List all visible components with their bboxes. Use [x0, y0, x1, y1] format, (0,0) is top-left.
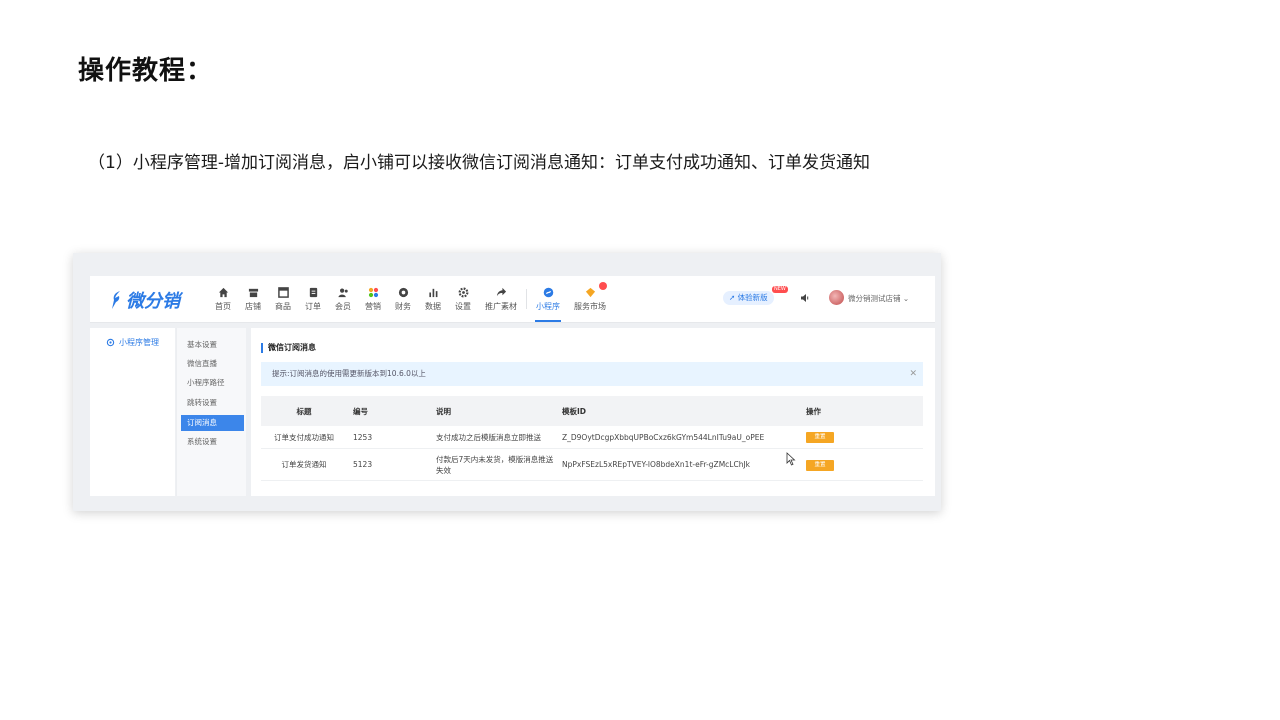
mouse-cursor-icon: [786, 452, 796, 466]
brand-logo[interactable]: 微分销: [110, 287, 180, 313]
data-icon: [428, 288, 437, 297]
shop-name: 微分销测试店铺: [848, 294, 901, 303]
cell-code: 1253: [347, 426, 430, 449]
avatar[interactable]: [829, 290, 844, 305]
nav-miniprogram[interactable]: 小程序: [529, 276, 567, 322]
alert-text: 提示:订阅消息的使用需更新版本到10.6.0以上: [272, 369, 426, 378]
cell-action: 重置: [800, 448, 923, 481]
logo-text: 微分销: [126, 291, 180, 312]
nav-order[interactable]: 订单: [298, 276, 328, 322]
rocket-icon: ➚: [729, 293, 738, 302]
step-instruction: （1）小程序管理-增加订阅消息，启小铺可以接收微信订阅消息通知：订单支付成功通知…: [88, 153, 870, 173]
cell-title: 订单支付成功通知: [261, 426, 347, 449]
submenu-subscription-message[interactable]: 订阅消息: [181, 415, 244, 431]
nav-marketing[interactable]: 营销: [358, 276, 388, 322]
share-icon: [496, 287, 506, 296]
nav-label: 首页: [215, 301, 231, 311]
sidebar-item-miniprogram-management[interactable]: 小程序管理: [90, 334, 175, 350]
settings-icon: [458, 287, 468, 297]
shop-switcher[interactable]: 微分销测试店铺 ⌄: [848, 293, 909, 304]
subscription-table: 标题 编号 说明 模板ID 操作 订单支付成功通知 1253 支付成功之后模版消…: [261, 396, 923, 481]
nav-label: 设置: [455, 301, 471, 311]
nav-goods[interactable]: 商品: [268, 276, 298, 322]
sidebar-item-label: 小程序管理: [119, 337, 159, 347]
nav-label: 服务市场: [574, 301, 606, 311]
table-row: 订单发货通知 5123 付款后7天内未发货，模版消息推送失效 NpPxFSEzL…: [261, 448, 923, 481]
store-icon: [248, 288, 258, 297]
cell-template-id: NpPxFSEzL5xREpTVEY-lO8bdeXn1t-eFr-gZMcLC…: [556, 448, 800, 481]
submenu-miniprogram-path[interactable]: 小程序路径: [181, 375, 244, 391]
nav-label: 营销: [365, 301, 381, 311]
submenu-jump-settings[interactable]: 跳转设置: [181, 395, 244, 411]
chevron-down-icon: ⌄: [902, 294, 910, 303]
submenu-basic-settings[interactable]: 基本设置: [181, 337, 244, 353]
cell-title: 订单发货通知: [261, 448, 347, 481]
nav-home[interactable]: 首页: [208, 276, 238, 322]
notification-badge: [599, 282, 607, 290]
nav-label: 订单: [305, 301, 321, 311]
page-heading: 操作教程：: [78, 56, 214, 86]
column-header: 模板ID: [556, 396, 800, 426]
table-row: 订单支付成功通知 1253 支付成功之后模版消息立即推送 Z_D9OytDcgp…: [261, 426, 923, 449]
reset-button[interactable]: 重置: [806, 459, 834, 471]
screenshot-frame: 微分销 首页 店铺 商品 订单 会员 营销 财务 数据 设置 推广素材 小程序 …: [73, 253, 941, 511]
close-icon[interactable]: ✕: [909, 362, 917, 386]
column-header: 编号: [347, 396, 430, 426]
column-header: 标题: [261, 396, 347, 426]
nav-settings[interactable]: 设置: [448, 276, 478, 322]
table-header-row: 标题 编号 说明 模板ID 操作: [261, 396, 923, 426]
service-market-icon: [585, 287, 595, 297]
nav-label: 小程序: [536, 301, 560, 311]
finance-icon: [398, 287, 408, 297]
cell-template-id: Z_D9OytDcgpXbbqUPBoCxz6kGYm544LnITu9aU_o…: [556, 426, 800, 449]
new-tag: NEW: [772, 286, 788, 293]
home-icon: [218, 287, 228, 297]
gear-icon: [106, 338, 115, 346]
speaker-icon[interactable]: [800, 293, 810, 303]
secondary-sidebar: 基本设置 微信直播 小程序路径 跳转设置 订阅消息 系统设置: [176, 328, 246, 496]
nav-label: 数据: [425, 301, 441, 311]
nav-label: 店铺: [245, 301, 261, 311]
nav-label: 推广素材: [485, 301, 517, 311]
order-icon: [309, 287, 317, 297]
cell-desc: 付款后7天内未发货，模版消息推送失效: [430, 448, 556, 481]
nav-finance[interactable]: 财务: [388, 276, 418, 322]
nav-label: 商品: [275, 301, 291, 311]
top-navigation-bar: 微分销 首页 店铺 商品 订单 会员 营销 财务 数据 设置 推广素材 小程序 …: [90, 276, 935, 323]
submenu-system-settings[interactable]: 系统设置: [181, 434, 244, 450]
nav-member[interactable]: 会员: [328, 276, 358, 322]
trial-label: 体验新版: [737, 293, 768, 302]
nav-share-material[interactable]: 推广素材: [478, 276, 524, 322]
member-icon: [337, 288, 348, 297]
goods-icon: [277, 286, 289, 298]
main-content: 微信订阅消息 提示:订阅消息的使用需更新版本到10.6.0以上 ✕ 标题 编号 …: [251, 328, 935, 496]
cell-action: 重置: [800, 426, 923, 449]
column-header: 说明: [430, 396, 556, 426]
cell-desc: 支付成功之后模版消息立即推送: [430, 426, 556, 449]
nav-label: 财务: [395, 301, 411, 311]
nav-data[interactable]: 数据: [418, 276, 448, 322]
nav-divider: [526, 289, 527, 309]
main-nav: 首页 店铺 商品 订单 会员 营销 财务 数据 设置 推广素材 小程序 服务市场: [208, 276, 613, 322]
cell-code: 5123: [347, 448, 430, 481]
marketing-icon: [368, 287, 378, 297]
logo-mark-icon: [112, 291, 120, 309]
nav-service-market[interactable]: 服务市场: [567, 276, 613, 322]
column-header: 操作: [800, 396, 923, 426]
submenu-wechat-live[interactable]: 微信直播: [181, 356, 244, 372]
nav-store[interactable]: 店铺: [238, 276, 268, 322]
miniprogram-icon: [543, 287, 553, 297]
info-alert: 提示:订阅消息的使用需更新版本到10.6.0以上 ✕: [261, 362, 923, 386]
primary-sidebar: 小程序管理: [90, 328, 175, 496]
nav-label: 会员: [335, 301, 351, 311]
trial-new-version-button[interactable]: ➚ 体验新版: [723, 291, 774, 305]
section-title: 微信订阅消息: [261, 343, 316, 353]
reset-button[interactable]: 重置: [806, 432, 834, 443]
